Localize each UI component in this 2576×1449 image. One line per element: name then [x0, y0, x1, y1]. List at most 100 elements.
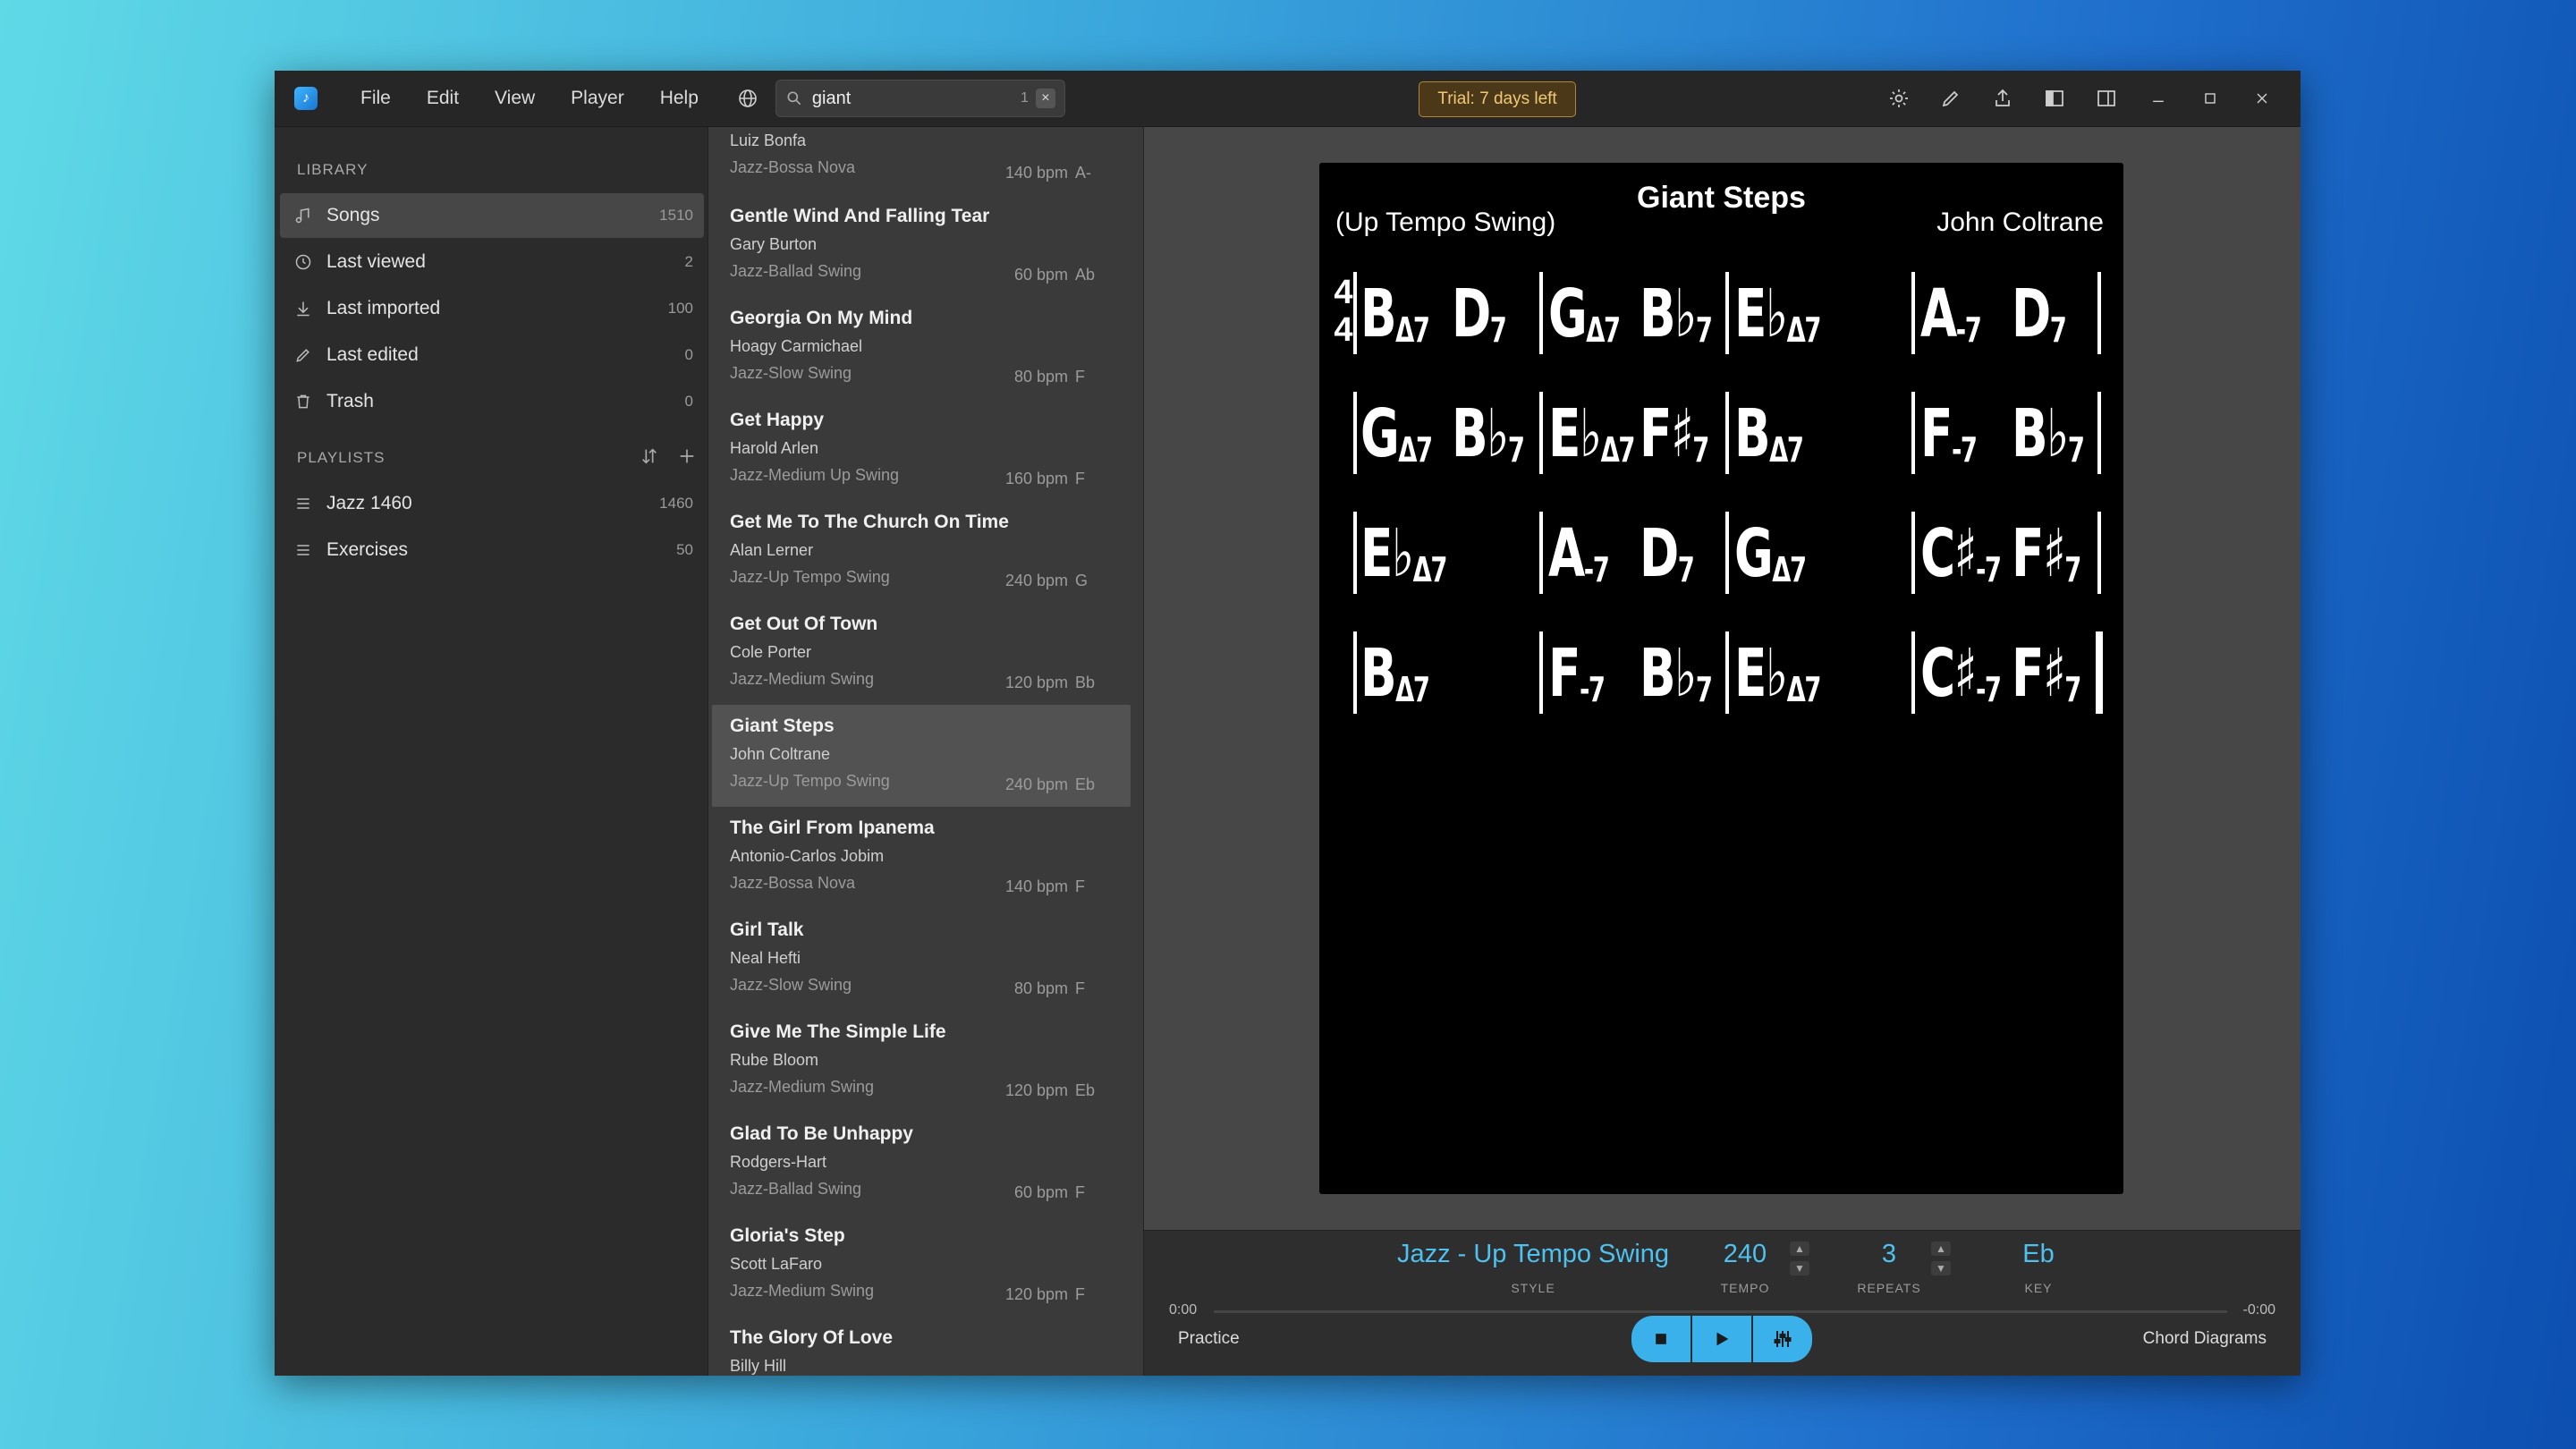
- mixer-sliders-icon: [1774, 1331, 1792, 1347]
- sidebar-item-count: 0: [684, 393, 693, 410]
- edit-pencil-icon[interactable]: [1925, 71, 1977, 126]
- music-note-icon: [292, 205, 314, 226]
- chord[interactable]: B♭7: [1640, 635, 1713, 728]
- chord[interactable]: F♯7: [2012, 515, 2081, 608]
- song-bpm: 60 bpm: [1013, 1183, 1068, 1201]
- song-key: Bb: [1075, 674, 1096, 691]
- tempo-down-icon[interactable]: ▼: [1790, 1261, 1809, 1275]
- list-item[interactable]: Luiz Bonfa Jazz-Bossa Nova 140 bpm A-: [712, 127, 1131, 195]
- sidebar-item-count: 50: [676, 541, 693, 558]
- search-icon: [787, 91, 801, 106]
- chord[interactable]: F-7: [1920, 395, 1978, 488]
- chord[interactable]: A-7: [1548, 515, 1610, 608]
- song-bpm: 140 bpm: [1004, 877, 1068, 895]
- sidebar-item-trash[interactable]: Trash 0: [280, 379, 704, 424]
- style-value[interactable]: Jazz - Up Tempo Swing: [1385, 1240, 1681, 1269]
- list-item[interactable]: The Glory Of Love Billy Hill: [712, 1317, 1131, 1376]
- list-item[interactable]: Get Happy Harold Arlen Jazz-Medium Up Sw…: [712, 399, 1131, 501]
- list-item[interactable]: Get Me To The Church On Time Alan Lerner…: [712, 501, 1131, 603]
- song-artist: Luiz Bonfa: [730, 131, 807, 149]
- chord[interactable]: D7: [2012, 275, 2067, 369]
- chord[interactable]: GΔ7: [1548, 275, 1621, 369]
- stop-button[interactable]: [1631, 1316, 1692, 1362]
- repeats-value[interactable]: 3: [1849, 1240, 1929, 1269]
- sidebar-item-last-imported[interactable]: Last imported 100: [280, 286, 704, 331]
- tempo-up-icon[interactable]: ▲: [1790, 1241, 1809, 1256]
- search-input[interactable]: [809, 87, 1021, 110]
- pencil-icon: [292, 344, 314, 366]
- playlists-section-title: PLAYLISTS: [297, 449, 386, 466]
- chord[interactable]: GΔ7: [1734, 515, 1807, 608]
- chord[interactable]: E♭Δ7: [1548, 395, 1635, 488]
- maximize-icon[interactable]: [2184, 71, 2236, 126]
- repeats-up-icon[interactable]: ▲: [1931, 1241, 1951, 1256]
- song-style: Jazz-Ballad Swing: [730, 262, 862, 280]
- repeats-down-icon[interactable]: ▼: [1931, 1261, 1951, 1275]
- tempo-stepper: ▲ ▼: [1790, 1241, 1809, 1275]
- list-item[interactable]: Gentle Wind And Falling Tear Gary Burton…: [712, 195, 1131, 297]
- chord[interactable]: BΔ7: [1360, 635, 1430, 728]
- menu-help[interactable]: Help: [642, 88, 716, 109]
- list-item[interactable]: Gloria's Step Scott LaFaro Jazz-Medium S…: [712, 1215, 1131, 1317]
- chord[interactable]: F-7: [1548, 635, 1606, 728]
- chord[interactable]: GΔ7: [1360, 395, 1433, 488]
- key-value[interactable]: Eb: [2003, 1240, 2074, 1269]
- list-item[interactable]: Georgia On My Mind Hoagy Carmichael Jazz…: [712, 297, 1131, 399]
- sidebar-item-songs[interactable]: Songs 1510: [280, 193, 704, 238]
- chord[interactable]: C♯-7: [1920, 515, 2002, 608]
- list-item-selected[interactable]: Giant Steps John Coltrane Jazz-Up Tempo …: [712, 705, 1131, 807]
- chord[interactable]: F♯7: [1640, 395, 1709, 488]
- tempo-value[interactable]: 240: [1709, 1240, 1781, 1269]
- play-button[interactable]: [1692, 1316, 1753, 1362]
- progress-bar[interactable]: [1214, 1310, 2227, 1313]
- globe-icon[interactable]: [733, 83, 763, 114]
- chord-diagrams-button[interactable]: Chord Diagrams: [2143, 1329, 2267, 1349]
- chord[interactable]: B♭7: [1640, 275, 1713, 369]
- search-result-count: 1: [1021, 90, 1029, 106]
- settings-gear-icon[interactable]: [1873, 71, 1925, 126]
- chord[interactable]: E♭Δ7: [1734, 635, 1821, 728]
- chord[interactable]: E♭Δ7: [1360, 515, 1447, 608]
- sidebar-item-last-edited[interactable]: Last edited 0: [280, 333, 704, 377]
- list-item[interactable]: The Girl From Ipanema Antonio-Carlos Job…: [712, 807, 1131, 909]
- trial-badge[interactable]: Trial: 7 days left: [1419, 81, 1576, 117]
- chord[interactable]: BΔ7: [1360, 275, 1430, 369]
- sort-icon[interactable]: [640, 446, 659, 470]
- list-item[interactable]: Give Me The Simple Life Rube Bloom Jazz-…: [712, 1011, 1131, 1113]
- song-artist: Alan Lerner: [730, 541, 814, 559]
- add-playlist-icon[interactable]: [677, 446, 697, 470]
- practice-button[interactable]: Practice: [1178, 1329, 1240, 1349]
- menu-edit[interactable]: Edit: [409, 88, 477, 109]
- mixer-button[interactable]: [1753, 1316, 1812, 1362]
- clear-search-icon[interactable]: ×: [1035, 89, 1055, 108]
- playlists-header: PLAYLISTS: [275, 440, 708, 476]
- barline: [1539, 631, 1543, 714]
- toggle-left-panel-icon[interactable]: [2029, 71, 2080, 126]
- toggle-right-panel-icon[interactable]: [2080, 71, 2132, 126]
- sidebar-item-last-viewed[interactable]: Last viewed 2: [280, 240, 704, 284]
- chord[interactable]: D7: [1640, 515, 1695, 608]
- chord[interactable]: A-7: [1920, 275, 1982, 369]
- menu-file[interactable]: File: [343, 88, 409, 109]
- chord[interactable]: C♯-7: [1920, 635, 2002, 728]
- chord[interactable]: B♭7: [2012, 395, 2085, 488]
- list-item[interactable]: Glad To Be Unhappy Rodgers-Hart Jazz-Bal…: [712, 1113, 1131, 1215]
- sidebar-item-playlist-jazz-1460[interactable]: Jazz 1460 1460: [280, 481, 704, 526]
- menu-view[interactable]: View: [477, 88, 553, 109]
- barline: [2097, 392, 2101, 474]
- barline: [1353, 272, 1357, 354]
- list-item[interactable]: Get Out Of Town Cole Porter Jazz-Medium …: [712, 603, 1131, 705]
- chord[interactable]: BΔ7: [1734, 395, 1804, 488]
- chord[interactable]: D7: [1452, 275, 1507, 369]
- chord[interactable]: B♭7: [1452, 395, 1525, 488]
- chord[interactable]: E♭Δ7: [1734, 275, 1821, 369]
- share-icon[interactable]: [1977, 71, 2029, 126]
- close-icon[interactable]: [2236, 71, 2288, 126]
- menu-player[interactable]: Player: [553, 88, 642, 109]
- sidebar-item-count: 1510: [659, 207, 693, 224]
- minimize-icon[interactable]: [2132, 71, 2184, 126]
- sidebar-item-playlist-exercises[interactable]: Exercises 50: [280, 528, 704, 572]
- song-style: Jazz-Slow Swing: [730, 976, 852, 994]
- chord[interactable]: F♯7: [2012, 635, 2081, 728]
- list-item[interactable]: Girl Talk Neal Hefti Jazz-Slow Swing 80 …: [712, 909, 1131, 1011]
